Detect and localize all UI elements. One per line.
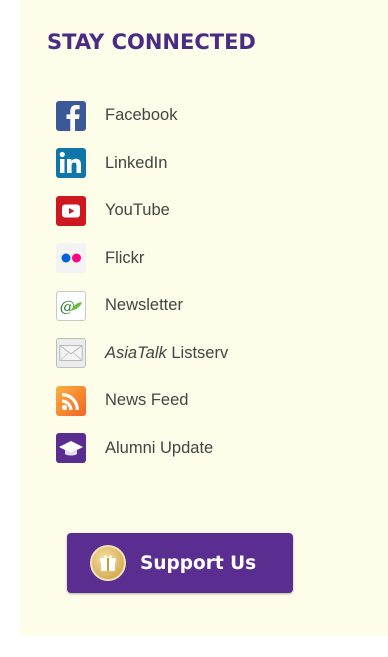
link-label: Newsletter — [105, 296, 183, 315]
svg-text:@: @ — [60, 297, 75, 315]
support-us-button[interactable]: Support Us — [67, 533, 293, 593]
link-label: YouTube — [105, 201, 170, 220]
link-newsletter[interactable]: @ Newsletter — [56, 282, 228, 330]
section-heading: STAY CONNECTED — [47, 30, 256, 54]
link-label: LinkedIn — [105, 153, 168, 172]
linkedin-icon — [56, 148, 86, 179]
link-label: Flickr — [105, 248, 145, 267]
link-flickr[interactable]: Flickr — [56, 235, 228, 283]
link-label-rest: Listserv — [166, 343, 229, 362]
social-links-list: Facebook LinkedIn YouTube Flickr @ Newsl… — [56, 92, 228, 472]
link-youtube[interactable]: YouTube — [56, 187, 228, 235]
link-label: Facebook — [105, 106, 178, 125]
link-facebook[interactable]: Facebook — [56, 92, 228, 140]
flickr-icon — [56, 243, 86, 274]
support-us-label: Support Us — [140, 552, 257, 574]
link-label: AsiaTalk Listserv — [105, 344, 228, 363]
youtube-icon — [56, 195, 86, 226]
rss-icon — [56, 385, 86, 416]
link-label: News Feed — [105, 391, 189, 410]
link-asiatalk-listserv[interactable]: AsiaTalk Listserv — [56, 330, 228, 378]
envelope-icon — [56, 338, 86, 369]
graduation-cap-icon — [56, 433, 86, 464]
facebook-icon — [56, 100, 86, 131]
link-news-feed[interactable]: News Feed — [56, 377, 228, 425]
link-label: Alumni Update — [105, 438, 214, 457]
link-label-italic: AsiaTalk — [105, 343, 167, 362]
newsletter-icon: @ — [56, 290, 86, 321]
link-linkedin[interactable]: LinkedIn — [56, 140, 228, 188]
link-alumni-update[interactable]: Alumni Update — [56, 425, 228, 473]
gift-icon — [90, 545, 126, 581]
